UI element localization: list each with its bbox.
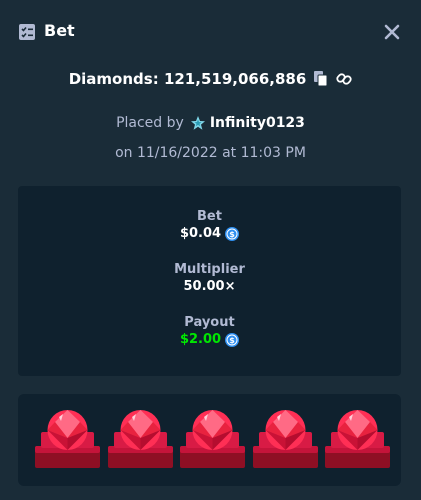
payout-label: Payout	[184, 315, 235, 330]
bet-list-icon	[19, 24, 35, 40]
multiplier-value: 50.00×	[183, 279, 236, 294]
modal-title: Bet	[44, 21, 75, 40]
usd-coin-icon: $	[225, 227, 240, 241]
player-name[interactable]: Infinity0123	[210, 115, 305, 131]
bet-value: $0.04	[179, 226, 222, 241]
close-icon[interactable]	[382, 22, 402, 42]
copy-icon[interactable]	[314, 71, 328, 87]
gems-result-panel	[18, 394, 401, 486]
placed-by-label: Placed by	[116, 115, 184, 131]
red-diamond-icon	[325, 410, 390, 468]
payout-value-row: $2.00 $	[18, 331, 401, 349]
game-name: Diamonds: 121,519,066,886	[68, 70, 307, 88]
svg-text:$: $	[229, 230, 235, 239]
red-diamond-icon	[180, 410, 245, 468]
red-diamond-icon	[108, 410, 173, 468]
usd-coin-icon: $	[225, 333, 240, 347]
bet-id-row: Diamonds: 121,519,066,886	[0, 68, 421, 90]
multiplier-label: Multiplier	[174, 262, 245, 277]
payout-value: $2.00	[179, 332, 222, 347]
bet-value-row: $0.04 $	[18, 225, 401, 243]
bet-id: 121,519,066,886	[163, 70, 307, 88]
star-icon	[190, 116, 205, 130]
placed-by-row: Placed by Infinity0123	[0, 113, 421, 133]
payout-stat: Payout $2.00 $	[18, 314, 401, 349]
bet-stat: Bet $0.04 $	[18, 208, 401, 243]
multiplier-stat: Multiplier 50.00×	[18, 261, 401, 296]
modal-header: Bet	[0, 0, 421, 64]
link-icon[interactable]	[336, 71, 352, 87]
svg-text:$: $	[229, 336, 235, 345]
red-diamond-icon	[35, 410, 100, 468]
bet-label: Bet	[197, 209, 222, 224]
bet-date: on 11/16/2022 at 11:03 PM	[115, 145, 306, 161]
bet-stats-panel: Bet $0.04 $ Multiplier 50.00× Payout $2.…	[18, 186, 401, 376]
red-diamond-icon	[253, 410, 318, 468]
